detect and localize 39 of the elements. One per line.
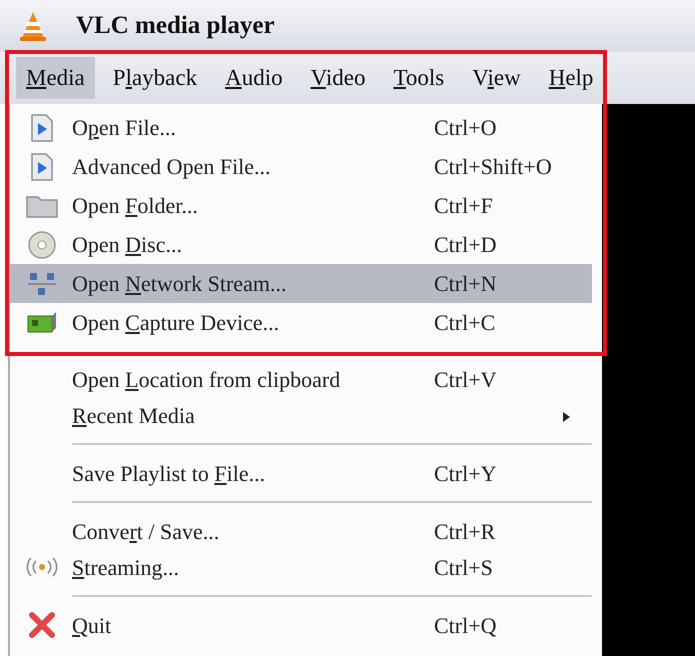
menu-bar-item[interactable]: Audio [215, 57, 293, 99]
menu-item[interactable]: Open Folder... Ctrl+F [10, 186, 592, 225]
disc-icon [27, 230, 57, 260]
shortcut-label: Ctrl+D [434, 232, 497, 257]
shortcut-label: Ctrl+O [434, 115, 497, 140]
menu-item[interactable]: Open File... Ctrl+O [10, 108, 592, 147]
shortcut-label: Ctrl+C [434, 310, 496, 335]
menu-item[interactable]: Streaming... Ctrl+S [10, 549, 592, 585]
shortcut-label: Ctrl+Q [434, 612, 497, 638]
broadcast-icon [25, 557, 59, 577]
shortcut-label: Ctrl+N [434, 271, 497, 296]
menu-item[interactable]: Recent Media [10, 397, 592, 433]
file-icon [29, 152, 55, 182]
shortcut-label: Ctrl+F [434, 193, 493, 218]
close-icon [28, 611, 56, 639]
window-title: VLC media player [76, 11, 275, 42]
capture-card-icon [26, 310, 58, 336]
menu-item[interactable]: Convert / Save... Ctrl+R [10, 513, 592, 549]
shortcut-label: Ctrl+V [434, 366, 497, 392]
menu-item[interactable]: Save Playlist to File... Ctrl+Y [10, 455, 592, 491]
menu-bar-item[interactable]: Tools [383, 57, 454, 99]
menu-item[interactable]: Open Capture Device... Ctrl+C [10, 303, 592, 342]
file-icon [29, 112, 55, 142]
menu-bar-item[interactable]: Help [538, 57, 604, 99]
menu-item[interactable]: Quit Ctrl+Q [10, 607, 592, 643]
menu-bar-item[interactable]: Video [300, 57, 376, 99]
shortcut-label: Ctrl+R [434, 518, 496, 544]
menu-bar-item[interactable]: View [462, 57, 531, 99]
traffic-cone-icon [18, 10, 48, 42]
network-icon [27, 270, 57, 296]
menu-bar-item[interactable]: Media [16, 57, 95, 99]
menu-item[interactable]: Open Disc... Ctrl+D [10, 225, 592, 264]
menu-item[interactable]: Advanced Open File... Ctrl+Shift+O [10, 147, 592, 186]
menu-bar-item[interactable]: Playback [102, 57, 208, 99]
shortcut-label: Ctrl+Y [434, 460, 497, 486]
menu-item[interactable]: Open Location from clipboard Ctrl+V [10, 361, 592, 397]
menu-item[interactable]: Open Network Stream... Ctrl+N [10, 264, 592, 303]
shortcut-label: Ctrl+Shift+O [434, 154, 552, 179]
shortcut-label: Ctrl+S [434, 554, 493, 580]
